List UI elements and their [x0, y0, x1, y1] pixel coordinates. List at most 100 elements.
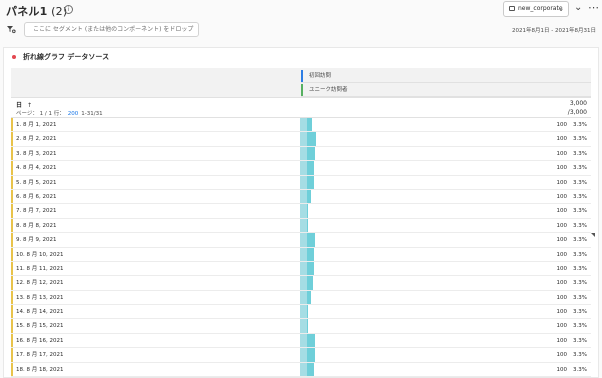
metric-name: 初回訪問 — [309, 73, 332, 79]
row-metric-value: 100 — [556, 179, 568, 186]
viz-status-dot — [12, 55, 16, 59]
row-value-bar — [300, 204, 307, 218]
table-row[interactable]: 15. 8 月 15, 2021 100 3.3% — [11, 319, 591, 334]
visualization-title[interactable]: 折れ線グラフ データソース — [23, 52, 109, 62]
sort-ascending-icon[interactable]: ↑ — [27, 102, 32, 109]
row-value-bar-highlight — [307, 118, 312, 132]
row-dimension-label: 16. 8 月 16, 2021 — [16, 337, 64, 344]
row-value-bar-highlight — [307, 290, 311, 305]
table-row[interactable]: 13. 8 月 13, 2021 100 3.3% — [11, 290, 591, 306]
row-value-bar — [300, 175, 307, 189]
row-value-bar — [300, 118, 307, 132]
table-row[interactable]: 17. 8 月 17, 2021 100 3.3% — [11, 348, 591, 363]
panel-title[interactable]: パネル1 (2) — [6, 3, 67, 19]
row-selection-rule — [11, 132, 13, 146]
table-row[interactable]: 5. 8 月 5, 2021 100 3.3% — [11, 175, 591, 190]
segment-drop-zone[interactable]: ここに セグメント (または他のコンポーネント) をドロップ — [24, 22, 199, 37]
row-value-bar — [300, 276, 307, 290]
column-total-out-of: /3,000 — [567, 109, 587, 116]
row-value-bar-highlight — [307, 348, 315, 362]
report-suite-label: new_corporate — [518, 5, 563, 12]
metric-name: ユニーク訪問者 — [309, 87, 348, 93]
row-dimension-label: 12. 8 月 12, 2021 — [16, 280, 64, 287]
dimension-label: 日 — [16, 102, 23, 109]
collapse-panel-icon[interactable]: ⌄ — [574, 2, 582, 13]
row-dimension-label: 18. 8 月 18, 2021 — [16, 366, 64, 373]
row-selection-rule — [11, 290, 13, 305]
row-selection-rule — [11, 348, 13, 362]
row-metric-value: 100 — [556, 352, 568, 359]
segment-filter-icon[interactable] — [6, 24, 16, 34]
table-row[interactable]: 3. 8 月 3, 2021 100 3.3% — [11, 146, 591, 162]
row-metric-value: 100 — [556, 366, 568, 373]
row-dimension-label: 14. 8 月 14, 2021 — [16, 309, 64, 316]
pagination-range: 1-31/31 — [81, 111, 103, 117]
row-value-bar — [300, 189, 307, 204]
table-rows: 1. 8 月 1, 2021 100 3.3% 2. 8 月 2, 2021 100 3.… — [11, 118, 595, 378]
more-options-icon[interactable]: ⋯ — [588, 1, 599, 14]
row-value-bar — [300, 348, 307, 362]
row-dimension-label: 10. 8 月 10, 2021 — [16, 251, 64, 258]
row-selection-rule — [11, 333, 13, 348]
row-selection-rule — [11, 204, 13, 218]
row-metric-percent: 3.3% — [573, 222, 587, 229]
table-row[interactable]: 4. 8 月 4, 2021 100 3.3% — [11, 161, 591, 176]
segment-drop-bar: ここに セグメント (または他のコンポーネント) をドロップ 2021年8月1日… — [0, 20, 602, 40]
row-value-bar — [300, 333, 307, 348]
row-value-bar-highlight — [307, 261, 314, 276]
row-metric-percent: 3.3% — [573, 165, 587, 172]
table-row[interactable]: 9. 8 月 9, 2021 100 3.3% — [11, 233, 595, 248]
row-metric-value: 100 — [556, 237, 568, 244]
table-row[interactable]: 2. 8 月 2, 2021 100 3.3% — [11, 132, 591, 147]
row-dimension-label: 11. 8 月 11, 2021 — [16, 265, 64, 272]
row-dimension-label: 5. 8 月 5, 2021 — [16, 179, 57, 186]
row-metric-value: 100 — [556, 280, 568, 287]
row-dimension-label: 13. 8 月 13, 2021 — [16, 294, 64, 301]
row-selection-rule — [11, 189, 13, 204]
table-row[interactable]: 10. 8 月 10, 2021 100 3.3% — [11, 247, 591, 262]
row-selection-rule — [11, 146, 13, 161]
row-metric-percent: 3.3% — [573, 309, 587, 316]
panel-header: パネル1 (2) i new_corporate ⌄ ⌄ ⋯ — [0, 0, 602, 20]
table-row[interactable]: 7. 8 月 7, 2021 100 3.3% — [11, 204, 591, 219]
table-row[interactable]: 8. 8 月 8, 2021 100 3.3% — [11, 218, 591, 234]
row-metric-value: 100 — [556, 323, 568, 330]
metric-label-first-visits[interactable]: 初回訪問 — [301, 69, 591, 83]
report-suite-icon — [509, 6, 515, 11]
row-dimension-label: 8. 8 月 8, 2021 — [16, 222, 57, 229]
row-value-bar-highlight — [307, 247, 314, 261]
pagination-label: ページ： 1 / 1 行： — [16, 111, 65, 117]
rows-per-page-select[interactable]: 200 — [68, 111, 79, 117]
table-row[interactable]: 12. 8 月 12, 2021 100 3.3% — [11, 276, 591, 291]
row-dimension-label: 2. 8 月 2, 2021 — [16, 136, 57, 143]
table-row[interactable]: 16. 8 月 16, 2021 100 3.3% — [11, 333, 591, 349]
row-value-bar — [300, 132, 307, 146]
row-metric-value: 100 — [556, 208, 568, 215]
row-metric-value: 100 — [556, 251, 568, 258]
table-row[interactable]: 14. 8 月 14, 2021 100 3.3% — [11, 305, 591, 320]
panel-title-text: パネル1 — [6, 5, 48, 18]
row-metric-percent: 3.3% — [573, 150, 587, 157]
report-suite-selector[interactable]: new_corporate ⌄ — [503, 1, 569, 17]
row-value-bar-highlight — [307, 233, 315, 247]
row-metric-value: 100 — [556, 165, 568, 172]
metric-label-unique-visitors[interactable]: ユニーク訪問者 — [301, 83, 591, 97]
table-row[interactable]: 11. 8 月 11, 2021 100 3.3% — [11, 261, 591, 277]
chevron-down-icon: ⌄ — [558, 5, 564, 13]
row-value-bar-highlight — [307, 362, 314, 377]
date-range-label[interactable]: 2021年8月1日 - 2021年8月31日 — [512, 26, 596, 34]
table-row[interactable]: 1. 8 月 1, 2021 100 3.3% — [11, 118, 591, 133]
column-total-value: 3,000 — [569, 100, 587, 107]
row-value-bar — [300, 218, 307, 233]
info-icon[interactable]: i — [64, 5, 73, 14]
row-dimension-label: 15. 8 月 15, 2021 — [16, 323, 64, 330]
table-row[interactable]: 18. 8 月 18, 2021 100 3.3% — [11, 362, 591, 378]
row-metric-percent: 3.3% — [573, 237, 587, 244]
row-dimension-label: 9. 8 月 9, 2021 — [16, 237, 57, 244]
row-dimension-label: 6. 8 月 6, 2021 — [16, 193, 57, 200]
row-metric-percent: 3.3% — [573, 136, 587, 143]
row-metric-percent: 3.3% — [573, 251, 587, 258]
row-value-bar-highlight — [307, 276, 313, 290]
dimension-name[interactable]: 日 ↑ — [16, 100, 32, 109]
table-row[interactable]: 6. 8 月 6, 2021 100 3.3% — [11, 189, 591, 205]
